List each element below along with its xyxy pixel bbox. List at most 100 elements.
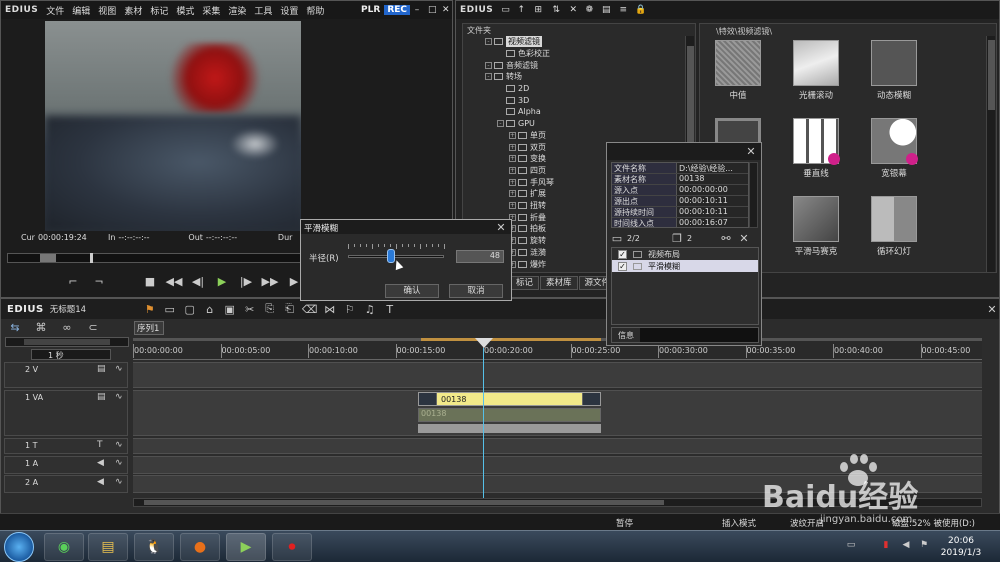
menu-item[interactable]: 渲染 (224, 4, 250, 17)
scrub-handle[interactable] (40, 254, 56, 262)
track-header[interactable]: 2 A ◀ ∿ (4, 475, 128, 493)
thumb-scrollbar[interactable] (986, 36, 995, 272)
taskbar-app-4[interactable]: ● (180, 533, 220, 561)
info-close-icon[interactable]: ✕ (745, 145, 757, 158)
stop-icon[interactable]: ■ (141, 275, 159, 288)
radius-input[interactable]: 48 (456, 250, 504, 263)
track-lane[interactable] (133, 362, 982, 388)
delete-clip-icon[interactable]: ⌫ (300, 303, 320, 316)
mark-in-icon[interactable]: ⌐ (63, 275, 83, 288)
dialog-close-icon[interactable]: ✕ (495, 221, 507, 234)
list-icon[interactable]: ≡ (615, 5, 631, 15)
copy-icon[interactable]: ⎘ (260, 302, 280, 316)
track-header[interactable]: 1 VA ▤ ∿ (4, 390, 128, 436)
menu-item[interactable]: 帮助 (302, 4, 328, 17)
expand-icon[interactable]: - (485, 61, 492, 69)
expand-icon[interactable]: + (509, 202, 516, 210)
link-icon[interactable]: ⚯ (719, 232, 733, 245)
sequence-tab[interactable]: 序列1 (134, 321, 164, 335)
delete-icon[interactable]: ✕ (565, 5, 581, 15)
snap-icon[interactable]: ⋈ (320, 303, 340, 316)
close-icon[interactable]: ✕ (438, 5, 452, 15)
tray-sound-icon[interactable]: ◀ (900, 540, 912, 550)
properties-icon[interactable]: ❁ (581, 5, 597, 15)
track-header[interactable]: 1 A ◀ ∿ (4, 456, 128, 474)
menu-item[interactable]: 编辑 (68, 4, 94, 17)
tree-item[interactable]: - GPU (463, 118, 535, 130)
cut-icon[interactable]: ✂ (240, 303, 260, 316)
minimize-icon[interactable]: – (410, 5, 424, 15)
expand-icon[interactable]: + (509, 178, 516, 186)
track-tool-1-icon[interactable]: ⇆ (5, 321, 25, 335)
ripple-tool-icon[interactable]: ▭ (160, 303, 180, 316)
effect-thumbnail[interactable] (871, 118, 918, 165)
h-scroll-thumb[interactable] (144, 500, 664, 505)
zoom-slider[interactable] (5, 337, 129, 347)
effect-thumbnail[interactable] (793, 40, 839, 86)
up-folder-icon[interactable]: ↑ (513, 5, 529, 15)
expand-icon[interactable]: + (509, 166, 516, 174)
rewind-icon[interactable]: ◀◀ (165, 275, 183, 288)
taskbar-app-2[interactable]: ▤ (88, 533, 128, 561)
track-tool-4-icon[interactable]: ⊂ (83, 321, 103, 335)
audio-clip[interactable]: 00138 (418, 408, 601, 422)
playhead-head[interactable] (475, 338, 493, 348)
menu-item[interactable]: 视图 (94, 4, 120, 17)
new-folder-icon[interactable]: ⊞ (529, 5, 547, 15)
track-waveform-icon[interactable]: ∿ (115, 364, 123, 374)
effect-thumbnail[interactable] (715, 40, 761, 86)
effect-enable-checkbox[interactable]: ✓ (618, 249, 627, 259)
taskbar-app-5[interactable]: ▶ (226, 533, 266, 561)
track-mute-icon[interactable]: ◀ (97, 458, 104, 468)
new-seq-icon[interactable]: ▢ (180, 303, 200, 316)
menu-item[interactable]: 模式 (172, 4, 198, 17)
effect-thumbnail[interactable] (871, 196, 917, 242)
track-waveform-icon[interactable]: ∿ (115, 458, 123, 468)
plr-label[interactable]: PLR (357, 5, 384, 15)
text-tool-icon[interactable]: T (380, 303, 400, 316)
track-header[interactable]: 1 T T ∿ (4, 438, 128, 454)
expand-icon[interactable]: + (509, 143, 516, 151)
timeline-close-icon[interactable]: ✕ (985, 303, 999, 316)
tree-item[interactable]: - 音频滤镜 (463, 59, 538, 71)
applied-effect-row[interactable]: ✓ 视频布局 (612, 248, 758, 260)
tray-clock[interactable]: 20:06 2019/1/3 (936, 535, 986, 559)
menu-item[interactable]: 采集 (198, 4, 224, 17)
menu-item[interactable]: 素材 (120, 4, 146, 17)
effect-enable-checkbox[interactable]: ✓ (618, 261, 627, 271)
step-back-icon[interactable]: ◀| (189, 275, 207, 288)
tree-item[interactable]: + 扩展 (463, 188, 546, 200)
expand-icon[interactable]: - (497, 120, 504, 128)
maximize-icon[interactable]: □ (424, 5, 438, 15)
menu-item[interactable]: 文件 (42, 4, 68, 17)
lock-icon[interactable]: 🔒 (631, 5, 647, 15)
thumb-scroll-thumb[interactable] (988, 40, 995, 110)
cancel-button[interactable]: 取消 (449, 284, 503, 298)
track-waveform-icon[interactable]: ∿ (115, 477, 123, 487)
start-button[interactable] (4, 532, 34, 562)
taskbar-app-1[interactable]: ◉ (44, 533, 84, 561)
tree-item[interactable]: -色彩校正 (463, 48, 550, 60)
folder-icon[interactable]: ▭ (497, 5, 513, 15)
play-icon[interactable]: ▶ (213, 275, 231, 288)
track-tool-3-icon[interactable]: ∞ (57, 321, 77, 335)
applied-effect-row[interactable]: ✓ 平滑模糊 (612, 260, 758, 272)
audio-mixer-icon[interactable]: ♫ (360, 303, 380, 316)
view-icon[interactable]: ▤ (597, 5, 615, 15)
expand-icon[interactable]: + (509, 131, 516, 139)
track-mute-icon[interactable]: ▤ (97, 392, 106, 402)
tree-item[interactable]: - 视频滤镜 (463, 36, 542, 48)
menu-item[interactable]: 标记 (146, 4, 172, 17)
tree-item[interactable]: -3D (463, 95, 529, 107)
video-preview[interactable] (45, 21, 301, 231)
tray-network-icon[interactable]: ▭ (845, 540, 857, 550)
track-waveform-icon[interactable]: ∿ (115, 392, 123, 402)
track-tool-2-icon[interactable]: ⌘ (31, 321, 51, 335)
rec-label[interactable]: REC (384, 5, 410, 15)
effect-tool-icon[interactable]: ⚑ (140, 303, 160, 316)
open-icon[interactable]: ⌂ (200, 303, 220, 316)
tree-item[interactable]: + 变换 (463, 153, 546, 165)
tray-flag-icon[interactable]: ⚑ (918, 540, 930, 550)
ok-button[interactable]: 确认 (385, 284, 439, 298)
sort-icon[interactable]: ⇅ (547, 5, 565, 15)
